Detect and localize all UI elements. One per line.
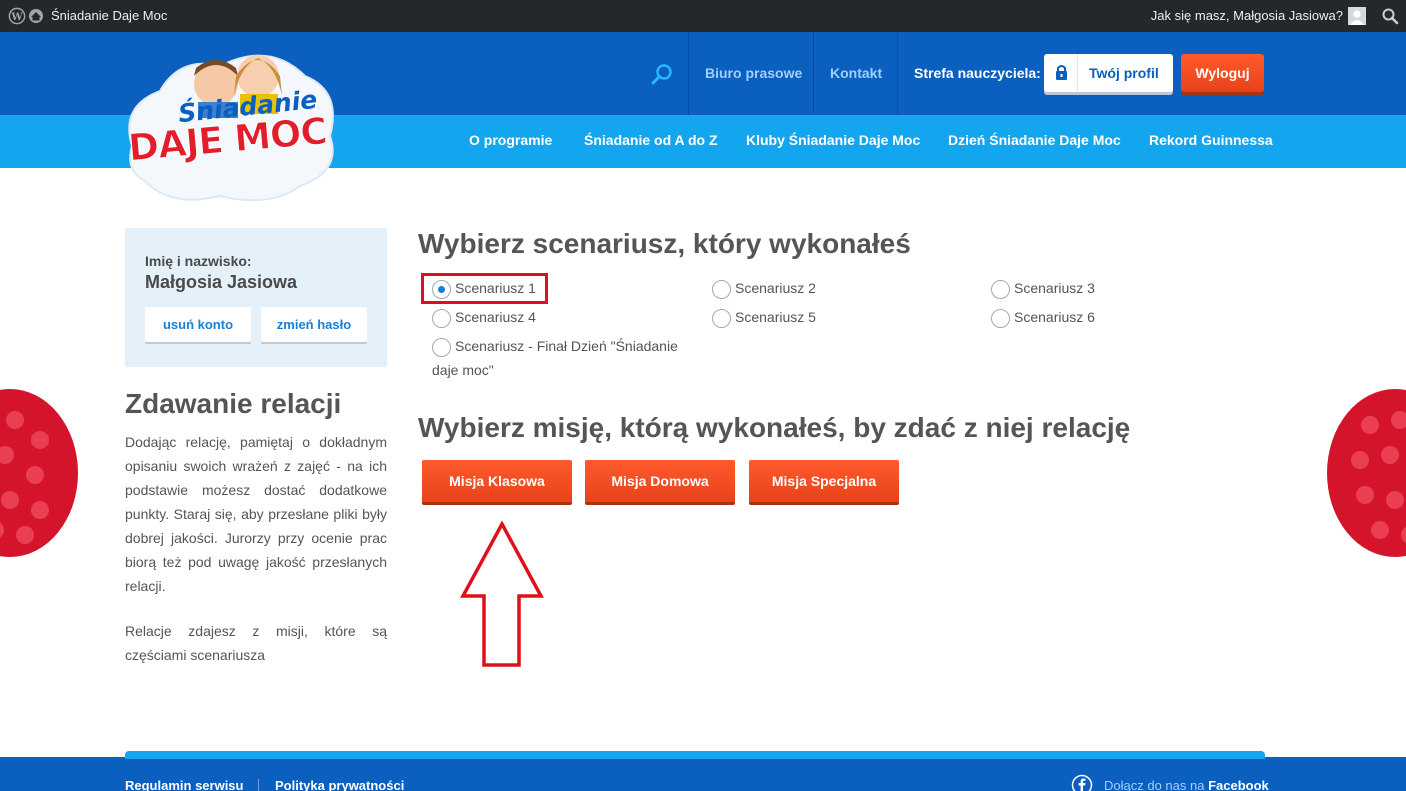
raspberry-decoration-icon [1327,389,1406,557]
radio-label: Scenariusz 4 [455,309,536,325]
avatar[interactable] [1348,7,1366,25]
mission-home-button[interactable]: Misja Domowa [585,460,735,502]
footer-divider [258,779,259,791]
nav-item-rekord-guinnessa[interactable]: Rekord Guinnessa [1149,132,1273,148]
header-divider [688,32,689,115]
teacher-zone-label: Strefa nauczyciela: [914,65,1041,81]
lock-icon-wrap [1044,54,1078,92]
site-logo[interactable]: Śniadanie DAJE MOC [120,36,342,208]
facebook-icon[interactable] [1071,774,1093,791]
radio-label: Scenariusz 5 [735,309,816,325]
highlight-annotation-box [421,273,548,304]
press-office-link[interactable]: Biuro prasowe [705,65,802,81]
sidebar-paragraph: Dodając relację, pamiętaj o dokładnym op… [125,434,387,594]
header-divider [897,32,898,115]
lock-icon [1056,65,1067,80]
footer-accent-strip [125,751,1265,759]
facebook-prefix: Dołącz do nas na [1104,778,1205,791]
nav-item-sniadanie-od-a-do-z[interactable]: Śniadanie od A do Z [584,132,718,148]
raspberry-decoration-icon [0,389,78,557]
facebook-join-link[interactable]: Dołącz do nas na Facebook [1104,778,1269,791]
mission-special-button[interactable]: Misja Specjalna [749,460,899,502]
terms-link[interactable]: Regulamin serwisu [125,778,243,791]
up-arrow-annotation-icon [460,520,544,667]
delete-account-button[interactable]: usuń konto [145,307,251,342]
profile-button-label: Twój profil [1089,65,1159,81]
radio-button[interactable] [991,280,1010,299]
svg-text:W: W [10,12,23,23]
radio-button[interactable] [991,309,1010,328]
radio-label: Scenariusz 3 [1014,280,1095,296]
radio-label: Scenariusz 2 [735,280,816,296]
nav-item-kluby[interactable]: Kluby Śniadanie Daje Moc [746,132,920,148]
mission-heading: Wybierz misję, którą wykonałeś, by zdać … [418,412,1131,443]
nav-item-dzien[interactable]: Dzień Śniadanie Daje Moc [948,132,1121,148]
radio-button[interactable] [432,338,451,357]
radio-button[interactable] [432,309,451,328]
mission-class-button[interactable]: Misja Klasowa [422,460,572,502]
home-icon[interactable] [28,8,44,24]
radio-label-continued: daje moc" [432,362,494,378]
nav-item-o-programie[interactable]: O programie [469,132,552,148]
sidebar-paragraph: Relacje zdajesz z misji, które są części… [125,623,387,663]
howdy-user-link[interactable]: Jak się masz, Małgosia Jasiowa? [1151,8,1343,23]
admin-bar: W Śniadanie Daje Moc Jak się masz, Małgo… [0,0,1406,32]
site-name-link[interactable]: Śniadanie Daje Moc [51,8,167,23]
radio-label: Scenariusz - Finał Dzień "Śniadanie [455,338,678,354]
privacy-policy-link[interactable]: Polityka prywatności [275,778,404,791]
name-label: Imię i nazwisko: [145,253,252,269]
facebook-name: Facebook [1208,778,1269,791]
scenario-heading: Wybierz scenariusz, który wykonałeś [418,228,911,259]
adminbar-search-icon[interactable] [1381,7,1399,25]
user-profile-box: Imię i nazwisko: Małgosia Jasiowa usuń k… [125,228,387,367]
sidebar-title: Zdawanie relacji [125,388,342,419]
contact-link[interactable]: Kontakt [830,65,882,81]
radio-button[interactable] [712,309,731,328]
user-avatar-icon [1348,7,1366,25]
search-icon[interactable] [650,62,674,86]
radio-label: Scenariusz 6 [1014,309,1095,325]
profile-button[interactable]: Twój profil [1044,54,1173,92]
wordpress-icon[interactable]: W [8,7,26,25]
user-name: Małgosia Jasiowa [145,272,298,292]
radio-button[interactable] [712,280,731,299]
logout-button[interactable]: Wyloguj [1181,54,1264,92]
header-divider [813,32,814,115]
change-password-button[interactable]: zmień hasło [261,307,367,342]
